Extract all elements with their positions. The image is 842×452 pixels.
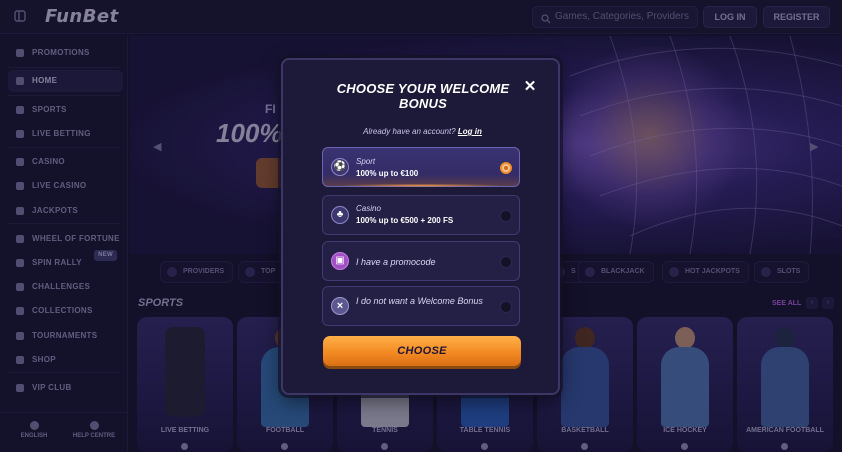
radio-unselected[interactable] (500, 301, 512, 313)
gift-icon: ▣ (331, 252, 349, 270)
close-icon[interactable]: ✕ (523, 79, 537, 94)
cross-icon: × (331, 297, 349, 315)
option-label: Casino (356, 204, 381, 213)
radio-unselected[interactable] (500, 256, 512, 268)
modal-title: CHOOSE YOUR WELCOME BONUS (323, 81, 523, 111)
account-prompt: Already have an account? Log in (283, 127, 562, 136)
radio-selected[interactable] (500, 162, 512, 174)
app: FunBet Games, Categories, Providers LOG … (0, 0, 842, 452)
option-label: Sport (356, 157, 376, 166)
option-value: 100% up to €100 (356, 169, 419, 178)
modal-title-line: BONUS (399, 96, 447, 111)
bonus-option-promocode[interactable]: ▣ I have a promocode (322, 241, 520, 281)
bonus-option-sport[interactable]: ⚽ Sport 100% up to €100 (322, 147, 520, 187)
account-prompt-text: Already have an account? (363, 127, 456, 136)
modal-title-line: CHOOSE YOUR WELCOME (336, 81, 510, 96)
bonus-option-casino[interactable]: ♣ Casino 100% up to €500 + 200 FS (322, 195, 520, 235)
option-value: 100% up to €500 + 200 FS (356, 216, 454, 225)
choose-button[interactable]: CHOOSE (323, 336, 521, 366)
welcome-bonus-modal: CHOOSE YOUR WELCOME BONUS ✕ Already have… (281, 58, 560, 395)
radio-unselected[interactable] (500, 210, 512, 222)
bonus-option-no-bonus[interactable]: × I do not want a Welcome Bonus (322, 286, 520, 326)
option-text: I do not want a Welcome Bonus (356, 296, 483, 306)
slot-machine-icon: ♣ (331, 206, 349, 224)
soccer-ball-icon: ⚽ (331, 158, 349, 176)
option-text: I have a promocode (356, 257, 436, 267)
login-link[interactable]: Log in (458, 127, 482, 136)
